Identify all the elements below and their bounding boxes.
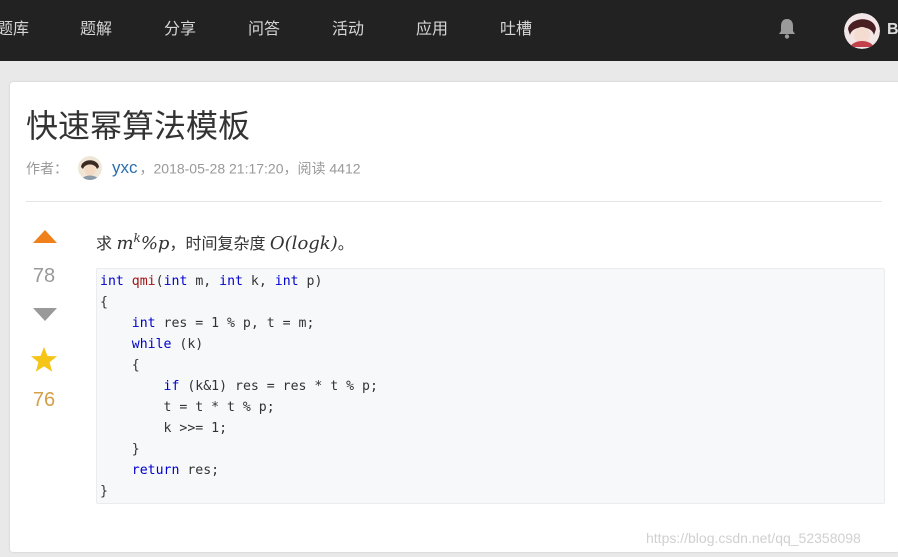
code-function-name: qmi [131, 274, 156, 289]
code-keyword: int [219, 274, 243, 289]
code-line: int qmi(int m, int k, int p) [100, 274, 323, 289]
article-meta: 作者： yxc ，2018-05-28 21:17:20，阅读 4412 [26, 155, 361, 181]
formula-base: m [116, 233, 134, 254]
vote-count: 78 [32, 265, 56, 287]
formula-complexity: O(logk) [269, 233, 338, 254]
code-block: int qmi(int m, int k, int p) { int res =… [96, 268, 885, 504]
code-keyword: int [100, 274, 124, 289]
intro-prefix: 求 [96, 236, 117, 253]
code-line: int res = 1 % p, t = m; [131, 316, 315, 331]
code-line: return res; [131, 463, 220, 478]
code-line: t = t * t % p; [100, 400, 275, 415]
publish-date: 2018-05-28 21:17:20 [153, 160, 284, 177]
nav-item-feedback[interactable]: 吐槽 [500, 19, 532, 41]
meta-separator: ， [139, 160, 154, 177]
nav-item-apps[interactable]: 应用 [416, 19, 448, 41]
author-avatar[interactable] [78, 156, 102, 181]
divider [26, 201, 882, 202]
author-name-link[interactable]: yxc [112, 158, 138, 177]
intro-end: 。 [337, 236, 354, 253]
downvote-arrow-icon[interactable] [32, 306, 58, 322]
code-keyword: while [131, 337, 172, 352]
nav-item-solutions[interactable]: 题解 [80, 19, 112, 41]
article-intro: 求 mk%p，时间复杂度 O(logk)。 [96, 225, 354, 258]
upvote-arrow-icon[interactable] [32, 229, 58, 245]
user-name-initial[interactable]: B [887, 19, 898, 41]
author-label: 作者： [26, 160, 68, 177]
favorite-count: 76 [32, 389, 56, 411]
bell-icon[interactable] [777, 17, 797, 39]
formula-exponent: k [133, 231, 141, 245]
top-navbar: 题库 题解 分享 问答 活动 应用 吐槽 B [0, 0, 898, 61]
nav-item-activities[interactable]: 活动 [332, 19, 364, 41]
code-keyword: int [131, 316, 156, 331]
code-keyword: int [163, 274, 188, 289]
nav-item-problems[interactable]: 题库 [0, 19, 29, 41]
watermark: https://blog.csdn.net/qq_52358098 [646, 530, 861, 546]
nav-item-share[interactable]: 分享 [164, 19, 196, 41]
intro-middle: ，时间复杂度 [169, 236, 270, 253]
code-line: { [100, 358, 140, 373]
user-avatar[interactable] [844, 13, 880, 49]
code-keyword: int [274, 274, 299, 289]
formula-power: mk%p [116, 231, 170, 254]
formula-mod: %p [140, 233, 170, 254]
code-line: } [100, 442, 140, 457]
code-line: { [100, 295, 108, 310]
code-line: } [100, 484, 108, 499]
nav-item-qa[interactable]: 问答 [248, 19, 280, 41]
code-keyword: if [163, 379, 180, 394]
code-line: k >>= 1; [100, 421, 228, 436]
code-line: if (k&1) res = res * t % p; [163, 379, 378, 394]
article-title: 快速幂算法模板 [26, 108, 251, 144]
read-count: 阅读 4412 [297, 160, 361, 177]
star-icon[interactable] [30, 346, 58, 373]
code-line: while (k) [131, 337, 204, 352]
code-keyword: return [131, 463, 180, 478]
meta-separator: ， [283, 160, 298, 177]
